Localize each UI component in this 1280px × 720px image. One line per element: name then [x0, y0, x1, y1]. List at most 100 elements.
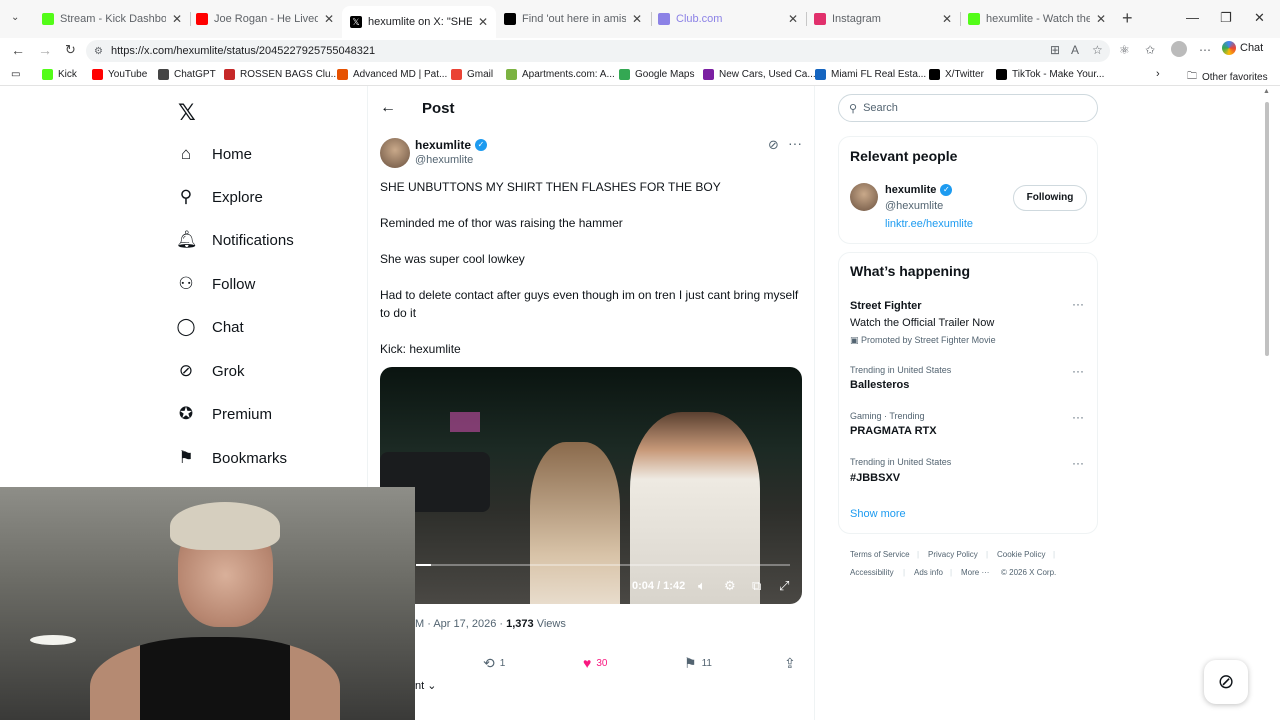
bookmark-cars[interactable]: New Cars, Used Ca...: [703, 69, 816, 80]
person-handle[interactable]: @hexumlite: [885, 200, 943, 212]
back-arrow-icon[interactable]: ←: [380, 99, 396, 117]
tab-joe-rogan[interactable]: Joe Rogan - He Lived With N ✕: [188, 6, 342, 32]
favorites-icon[interactable]: ✩: [1145, 43, 1155, 57]
bookmark-button[interactable]: ⚑ 11: [684, 655, 712, 672]
volume-icon[interactable]: 🔈︎: [698, 578, 706, 594]
post-text-line: SHE UNBUTTONS MY SHIRT THEN FLASHES FOR …: [380, 180, 721, 194]
footer-privacy-link[interactable]: Privacy Policy: [928, 550, 978, 559]
footer-accessibility-link[interactable]: Accessibility: [850, 568, 894, 577]
footer-terms-link[interactable]: Terms of Service: [850, 550, 910, 559]
nav-bookmarks[interactable]: ⚑ Bookmarks: [176, 448, 287, 468]
bookmark-advancedmd[interactable]: Advanced MD | Pat...: [337, 69, 447, 80]
tab-tiktok[interactable]: Find 'out here in amish doin ✕: [496, 6, 650, 32]
search-input[interactable]: ⚲ Search: [838, 94, 1098, 122]
tab-kick-dashboard[interactable]: Stream - Kick Dashboard ✕: [34, 6, 190, 32]
footer-cookie-link[interactable]: Cookie Policy: [997, 550, 1045, 559]
reply-sort-dropdown[interactable]: nt ⌄: [415, 679, 436, 692]
fullscreen-icon[interactable]: ⤢: [779, 578, 789, 594]
more-options-icon[interactable]: ···: [788, 135, 802, 151]
scroll-up-arrow-icon[interactable]: ▲: [1263, 88, 1270, 95]
more-options-icon[interactable]: ···: [1072, 456, 1084, 470]
tab-x-post[interactable]: 𝕏 hexumlite on X: "SHE UNBU ✕: [342, 6, 496, 38]
webcam-overlay: [0, 487, 415, 720]
profile-avatar[interactable]: [1171, 41, 1187, 57]
settings-gear-icon[interactable]: ⚙: [724, 578, 736, 594]
tab-instagram[interactable]: Instagram ✕: [806, 6, 960, 32]
bookmark-gmail[interactable]: Gmail: [451, 69, 493, 80]
url-bar[interactable]: ⚙ https://x.com/hexumlite/status/2045227…: [86, 40, 1110, 62]
grok-explain-icon[interactable]: ⊘: [768, 137, 779, 153]
author-handle[interactable]: @hexumlite: [415, 154, 473, 166]
more-options-icon[interactable]: ···: [1072, 364, 1084, 378]
person-name[interactable]: hexumlite ✓: [885, 184, 953, 196]
restore-icon[interactable]: ❐: [1220, 10, 1232, 26]
close-window-icon[interactable]: ✕: [1254, 10, 1265, 26]
person-link[interactable]: linktr.ee/hexumlite: [885, 218, 973, 230]
picture-in-picture-icon[interactable]: ⧉: [752, 578, 761, 594]
close-tab-icon[interactable]: ✕: [788, 12, 798, 26]
author-avatar[interactable]: [380, 138, 410, 168]
nav-chat[interactable]: ◯ Chat: [176, 317, 243, 337]
bookmark-youtube[interactable]: YouTube: [92, 69, 147, 80]
video-player[interactable]: 0:04 / 1:42 🔈︎ ⚙ ⧉ ⤢: [380, 367, 802, 604]
grok-floating-button[interactable]: ⊘: [1204, 660, 1248, 704]
site-info-icon[interactable]: ⚙: [94, 46, 103, 57]
close-tab-icon[interactable]: ✕: [172, 12, 182, 26]
extensions-icon[interactable]: ⚛: [1119, 43, 1130, 57]
reload-icon[interactable]: ↻: [65, 42, 76, 58]
back-icon[interactable]: ←: [11, 42, 25, 58]
like-button[interactable]: ♥ 30: [583, 655, 607, 671]
share-button[interactable]: ⇪: [784, 655, 801, 672]
footer-ads-link[interactable]: Ads info: [914, 568, 943, 577]
promo-title[interactable]: Street Fighter: [850, 300, 922, 312]
favorite-star-icon[interactable]: ☆: [1092, 43, 1103, 57]
bookmark-tiktok[interactable]: TikTok - Make Your...: [996, 69, 1104, 80]
menu-dots-icon[interactable]: ⋯: [1199, 43, 1211, 57]
bookmark-apartments[interactable]: Apartments.com: A...: [506, 69, 615, 80]
nav-notifications[interactable]: 🔔︎ Notifications: [176, 230, 294, 250]
close-tab-icon[interactable]: ✕: [324, 12, 334, 26]
show-more-link[interactable]: Show more: [850, 508, 906, 520]
trend-title[interactable]: Ballesteros: [850, 379, 909, 391]
forward-icon[interactable]: →: [38, 42, 52, 58]
author-name[interactable]: hexumlite ✓: [415, 138, 488, 152]
scrollbar[interactable]: [1265, 102, 1269, 356]
tab-club[interactable]: Club.com ✕: [650, 6, 806, 32]
repost-button[interactable]: ⟲ 1: [483, 655, 505, 672]
bookmarks-overflow-chevron-icon[interactable]: ›: [1156, 68, 1160, 80]
close-tab-icon[interactable]: ✕: [1096, 12, 1106, 26]
more-options-icon[interactable]: ···: [1072, 297, 1084, 311]
copilot-chat-button[interactable]: Chat: [1222, 41, 1263, 55]
new-tab-icon[interactable]: +: [1122, 8, 1133, 29]
close-tab-icon[interactable]: ✕: [478, 15, 488, 29]
nav-explore[interactable]: ⚲ Explore: [176, 187, 263, 207]
bookmark-kick[interactable]: Kick: [42, 69, 77, 80]
trend-title[interactable]: PRAGMATA RTX: [850, 425, 937, 437]
minimize-icon[interactable]: —: [1186, 10, 1199, 25]
x-logo-icon[interactable]: 𝕏: [178, 100, 196, 126]
tab-list-chevron-icon[interactable]: ⌄: [11, 12, 19, 23]
close-tab-icon[interactable]: ✕: [632, 12, 642, 26]
close-tab-icon[interactable]: ✕: [942, 12, 952, 26]
bookmark-google-maps[interactable]: Google Maps: [619, 69, 694, 80]
following-button[interactable]: Following: [1013, 185, 1087, 211]
bookmark-rossen[interactable]: ROSSEN BAGS Clu...: [224, 69, 339, 80]
more-options-icon[interactable]: ···: [1072, 410, 1084, 424]
nav-home[interactable]: ⌂ Home: [176, 144, 252, 164]
promo-line[interactable]: Watch the Official Trailer Now: [850, 317, 994, 329]
read-aloud-icon[interactable]: A: [1071, 43, 1079, 57]
bookmark-chatgpt[interactable]: ChatGPT: [158, 69, 216, 80]
other-favorites-folder[interactable]: 🗀 Other favorites: [1187, 69, 1268, 86]
nav-grok[interactable]: ⊘ Grok: [176, 361, 245, 381]
app-available-icon[interactable]: ⊞: [1050, 43, 1060, 57]
tab-kick-vod[interactable]: hexumlite - Watch the VOD ✕: [960, 6, 1114, 32]
bookmark-x-twitter[interactable]: X/Twitter: [929, 69, 984, 80]
bookmark-apps-icon[interactable]: ▭: [11, 69, 20, 80]
bookmark-miami-real-estate[interactable]: Miami FL Real Esta...: [815, 69, 926, 80]
person-avatar[interactable]: [850, 183, 878, 211]
footer-more-link[interactable]: More ···: [961, 568, 989, 577]
video-progress-bar[interactable]: [416, 564, 790, 566]
nav-follow[interactable]: ⚇ Follow: [176, 274, 255, 294]
trend-title[interactable]: #JBBSXV: [850, 472, 900, 484]
nav-premium[interactable]: ✪ Premium: [176, 404, 272, 424]
